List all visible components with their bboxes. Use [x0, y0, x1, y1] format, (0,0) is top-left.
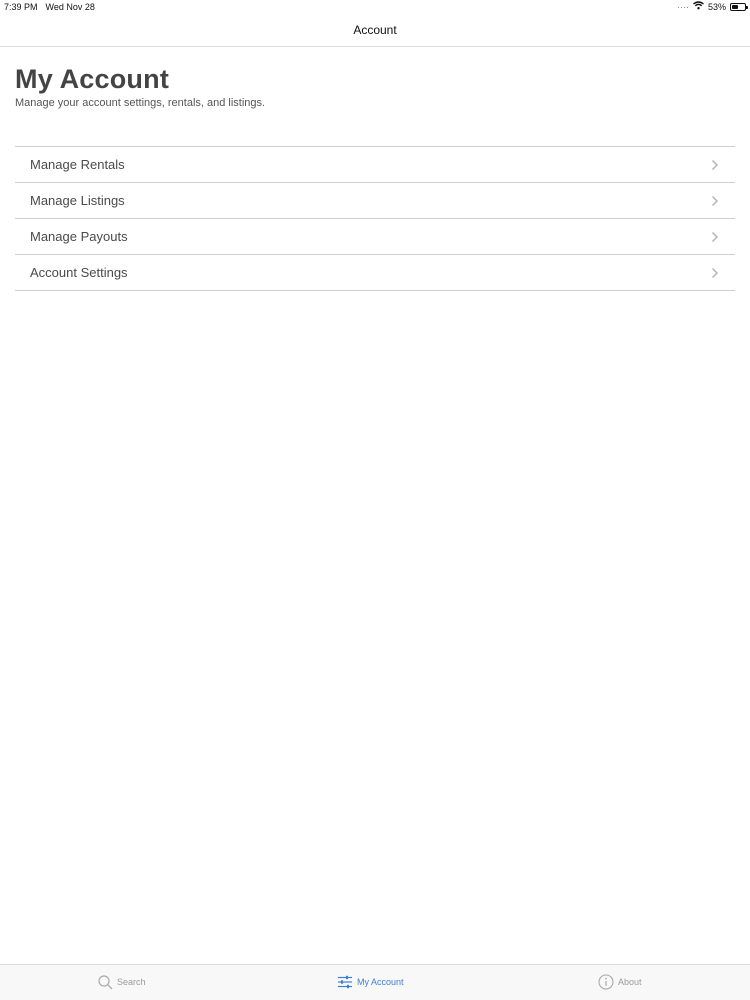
sliders-icon — [337, 974, 353, 990]
status-time: 7:39 PM — [4, 2, 38, 12]
tab-about[interactable]: About — [598, 974, 642, 990]
page-title: My Account — [15, 64, 170, 94]
chevron-right-icon — [707, 193, 723, 209]
menu-item-manage-rentals[interactable]: Manage Rentals — [15, 147, 735, 183]
page-subtitle: Manage your account settings, rentals, a… — [15, 97, 266, 109]
tab-label: Search — [117, 977, 146, 987]
nav-title: Account — [353, 23, 397, 37]
battery-fill — [732, 4, 738, 9]
page-header: My Account Manage your account settings,… — [15, 62, 735, 110]
app-screen: 7:39 PM Wed Nov 28 ···· 53% Account My A… — [0, 0, 750, 1000]
menu-item-account-settings[interactable]: Account Settings — [15, 255, 735, 291]
info-icon — [598, 974, 614, 990]
menu-item-label: Account Settings — [30, 265, 128, 280]
menu-item-label: Manage Rentals — [30, 157, 125, 172]
menu-item-label: Manage Payouts — [30, 229, 128, 244]
account-menu-list: Manage Rentals Manage Listings Manage Pa… — [15, 146, 735, 291]
tab-my-account[interactable]: My Account — [337, 974, 404, 990]
menu-item-manage-payouts[interactable]: Manage Payouts — [15, 219, 735, 255]
battery-icon — [730, 2, 748, 11]
signal-icon: ···· — [676, 1, 689, 12]
navigation-bar: Account — [0, 14, 750, 47]
status-bar: 7:39 PM Wed Nov 28 ···· 53% — [0, 0, 750, 14]
chevron-right-icon — [707, 229, 723, 245]
chevron-right-icon — [707, 157, 723, 173]
status-left: 7:39 PM Wed Nov 28 — [4, 2, 95, 12]
menu-item-manage-listings[interactable]: Manage Listings — [15, 183, 735, 219]
search-icon — [97, 974, 113, 990]
tab-search[interactable]: Search — [97, 974, 146, 990]
tab-label: My Account — [357, 977, 404, 987]
chevron-right-icon — [707, 265, 723, 281]
status-right: ···· 53% — [676, 1, 748, 12]
battery-percent: 53% — [707, 1, 726, 12]
tab-bar: Search My Account About — [0, 964, 750, 1000]
menu-item-label: Manage Listings — [30, 193, 125, 208]
tab-label: About — [618, 977, 642, 987]
wifi-icon — [693, 1, 704, 12]
status-date: Wed Nov 28 — [45, 2, 95, 12]
